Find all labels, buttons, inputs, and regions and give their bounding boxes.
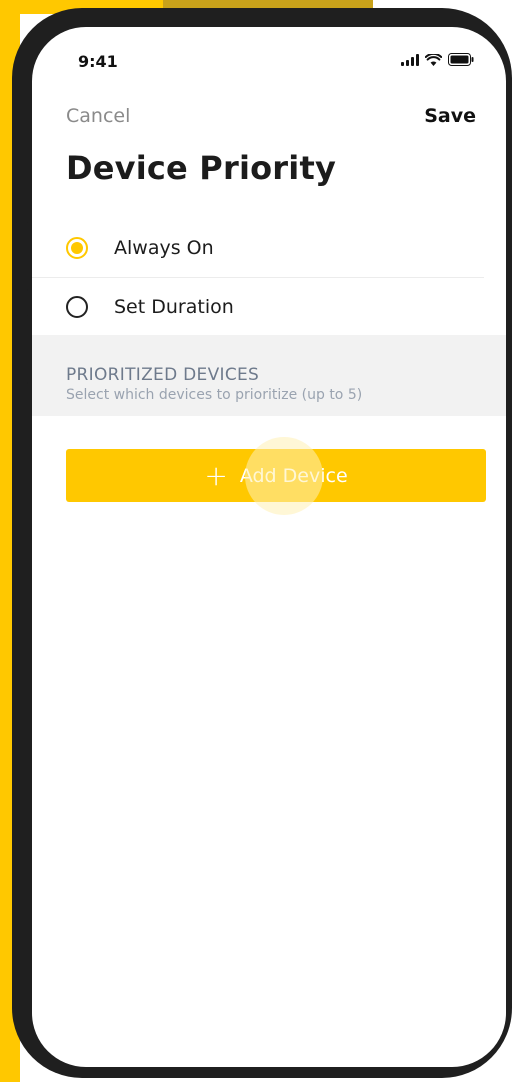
volume-up-button xyxy=(16,220,28,292)
status-bar: 9:41 xyxy=(32,27,506,87)
section-subtitle: Select which devices to prioritize (up t… xyxy=(66,387,363,403)
add-device-button[interactable]: + Add Device xyxy=(66,449,486,502)
page-title: Device Priority xyxy=(66,149,336,187)
cellular-signal-icon xyxy=(401,53,419,66)
add-device-label: Add Device xyxy=(239,464,348,487)
cancel-button[interactable]: Cancel xyxy=(66,105,130,127)
battery-icon xyxy=(448,53,474,66)
plus-icon: + xyxy=(204,458,228,492)
radio-unselected-icon[interactable] xyxy=(66,296,88,318)
prioritized-devices-header: PRIORITIZED DEVICES Select which devices… xyxy=(32,335,506,416)
option-always-on[interactable]: Always On xyxy=(32,219,484,278)
option-label: Set Duration xyxy=(114,296,234,318)
status-time: 9:41 xyxy=(78,52,118,71)
status-icons xyxy=(401,53,474,66)
volume-down-button xyxy=(16,313,28,385)
section-title: PRIORITIZED DEVICES xyxy=(66,365,260,385)
option-set-duration[interactable]: Set Duration xyxy=(32,278,484,336)
phone-frame: 9:41 Cancel Save Device Priority Always … xyxy=(12,8,512,1078)
phone-screen: 9:41 Cancel Save Device Priority Always … xyxy=(32,27,506,1067)
save-button[interactable]: Save xyxy=(424,105,476,127)
option-label: Always On xyxy=(114,237,214,259)
wifi-icon xyxy=(425,53,442,66)
radio-selected-icon[interactable] xyxy=(66,237,88,259)
